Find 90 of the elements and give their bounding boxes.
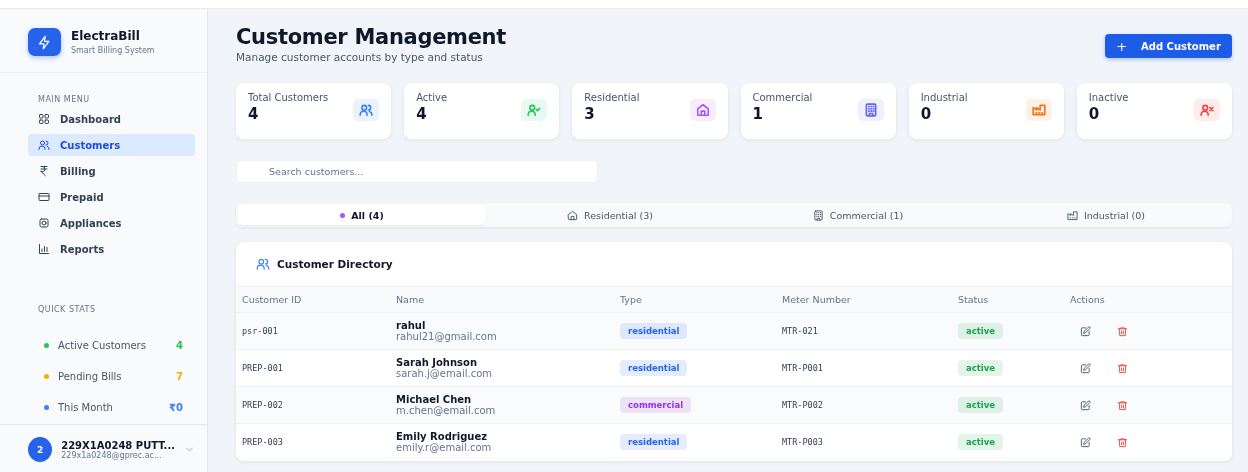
table-cell: MTR-P002 bbox=[776, 386, 952, 424]
stat-value: 4 bbox=[416, 105, 428, 123]
column-header: Status bbox=[952, 286, 1064, 313]
app-tagline: Smart Billing System bbox=[71, 46, 155, 55]
stat-label: Active bbox=[416, 92, 448, 103]
status-tag: active bbox=[958, 434, 1004, 451]
customer-email: rahul21@gmail.com bbox=[396, 331, 498, 342]
stat-value: 4 bbox=[248, 105, 260, 123]
grid-icon bbox=[38, 113, 50, 125]
customer-name: Sarah Johnson bbox=[396, 357, 478, 368]
table-cell: PREP-002 bbox=[236, 386, 390, 424]
filter-tab[interactable]: Residential (3) bbox=[486, 205, 734, 225]
filter-tab[interactable]: Commercial (1) bbox=[734, 205, 982, 225]
sidebar-item[interactable]: Customers bbox=[28, 134, 195, 156]
search-field[interactable]: Search customers... bbox=[236, 160, 598, 183]
column-header: Actions bbox=[1064, 286, 1232, 313]
chip-icon bbox=[38, 217, 50, 229]
bar-chart-icon bbox=[38, 243, 50, 255]
trash-icon[interactable] bbox=[1117, 362, 1128, 374]
edit-icon[interactable] bbox=[1080, 399, 1091, 411]
stat-label: This Month bbox=[58, 401, 114, 413]
column-header: Customer ID bbox=[236, 286, 390, 313]
sidebar-item[interactable]: Prepaid bbox=[28, 186, 195, 208]
card-title: Customer Directory bbox=[277, 258, 393, 270]
table-cell: PREP-003 bbox=[236, 423, 390, 461]
rupee-icon bbox=[38, 165, 50, 177]
stat-value: 1 bbox=[752, 105, 764, 123]
table-cell: MTR-021 bbox=[776, 312, 952, 350]
customer-name: Emily Rodriguez bbox=[396, 431, 488, 443]
column-header: Type bbox=[614, 286, 776, 313]
sidebar-item[interactable]: Billing bbox=[28, 160, 195, 182]
user-email: 229x1a0248@gprec.ac... bbox=[61, 450, 163, 460]
table-cell: psr-001 bbox=[236, 312, 390, 350]
stat-label: Active Customers bbox=[58, 339, 147, 351]
sidebar-item[interactable]: Reports bbox=[28, 238, 195, 260]
customer-email: emily.r@email.com bbox=[396, 442, 493, 454]
stat-label: Pending Bills bbox=[58, 370, 123, 382]
sidebar-item[interactable]: Dashboard bbox=[28, 108, 195, 130]
customer-name: Michael Chen bbox=[396, 394, 473, 405]
user-name: 229X1A0248 PUTT... bbox=[61, 439, 175, 451]
table-cell: MTR-P003 bbox=[776, 423, 952, 461]
add-customer-button[interactable]: + Add Customer bbox=[1105, 34, 1232, 58]
edit-icon[interactable] bbox=[1080, 325, 1091, 337]
house-icon bbox=[567, 209, 579, 221]
stat-value: 0 bbox=[1088, 105, 1101, 123]
app-name: ElectraBill bbox=[71, 29, 141, 43]
stat-label: Inactive bbox=[1088, 92, 1129, 103]
stat-label: Residential bbox=[584, 92, 640, 103]
stat-value: 4 bbox=[176, 339, 183, 351]
section-heading: QUICK STATS bbox=[37, 305, 97, 314]
users-icon bbox=[38, 139, 50, 151]
column-header: Meter Number bbox=[776, 286, 952, 313]
lightning-icon bbox=[37, 34, 52, 50]
table-cell: PREP-001 bbox=[236, 349, 390, 387]
column-header: Name bbox=[390, 286, 614, 313]
stat-value: ₹0 bbox=[169, 401, 183, 413]
type-tag: residential bbox=[620, 323, 688, 339]
trash-icon[interactable] bbox=[1117, 436, 1128, 448]
trash-icon[interactable] bbox=[1117, 399, 1128, 411]
filter-tab[interactable]: All (4) bbox=[238, 205, 486, 225]
stat-value: 7 bbox=[176, 370, 183, 382]
stat-value: 0 bbox=[920, 105, 933, 123]
page-subtitle: Manage customer accounts by type and status bbox=[236, 51, 484, 63]
factory-icon bbox=[1067, 209, 1078, 221]
avatar: 2 bbox=[28, 437, 53, 462]
type-tag: residential bbox=[620, 360, 688, 376]
section-heading: MAIN MENU bbox=[37, 95, 91, 104]
stat-label: Total Customers bbox=[248, 92, 329, 103]
edit-icon[interactable] bbox=[1080, 362, 1091, 374]
type-tag: commercial bbox=[620, 397, 692, 413]
status-tag: active bbox=[958, 360, 1004, 376]
dot-icon bbox=[340, 212, 346, 218]
filter-tab[interactable]: Industrial (0) bbox=[982, 205, 1230, 225]
building-icon bbox=[812, 209, 824, 221]
page-title: Customer Management bbox=[236, 25, 506, 49]
stat-value: 3 bbox=[584, 105, 596, 123]
status-tag: active bbox=[958, 397, 1004, 413]
customer-name: rahul bbox=[396, 320, 427, 331]
stat-label: Industrial bbox=[920, 92, 968, 103]
sidebar-item[interactable]: Appliances bbox=[28, 212, 195, 234]
users-icon bbox=[256, 257, 270, 271]
table-cell: MTR-P001 bbox=[776, 349, 952, 387]
stat-label: Commercial bbox=[752, 92, 813, 103]
card-icon bbox=[38, 191, 50, 203]
trash-icon[interactable] bbox=[1117, 325, 1128, 337]
customer-email: sarah.j@email.com bbox=[396, 368, 493, 379]
customer-email: m.chen@email.com bbox=[396, 405, 497, 416]
type-tag: residential bbox=[620, 434, 688, 451]
status-tag: active bbox=[958, 323, 1004, 339]
edit-icon[interactable] bbox=[1080, 436, 1091, 448]
